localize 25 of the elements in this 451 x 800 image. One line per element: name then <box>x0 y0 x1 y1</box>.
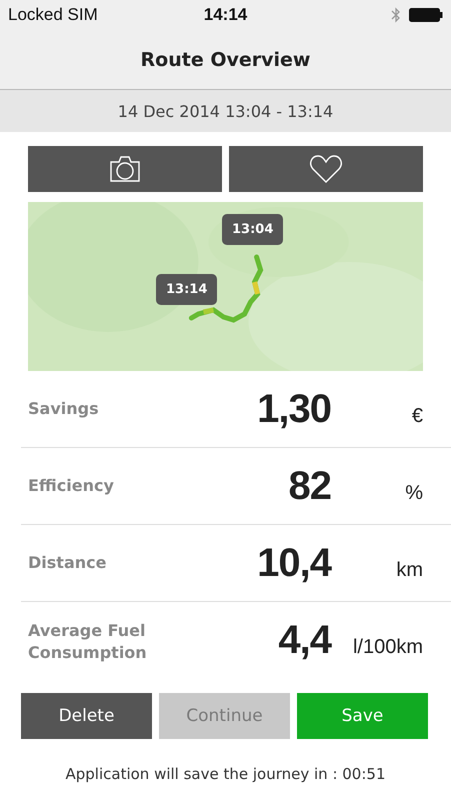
status-time: 14:14 <box>204 5 248 25</box>
map-marker-label[interactable]: 13:04 <box>222 214 284 245</box>
stat-unit: km <box>396 558 423 582</box>
bluetooth-icon <box>391 7 401 23</box>
stat-value: 82 <box>288 464 331 508</box>
stat-label: Efficiency <box>28 475 115 497</box>
carrier-name: Locked SIM <box>8 5 98 25</box>
stat-label: Average Fuel Consumption <box>28 620 148 664</box>
stat-label: Distance <box>28 552 108 574</box>
camera-icon <box>108 154 142 184</box>
action-button[interactable]: Delete <box>21 693 152 739</box>
stat-label: Savings <box>28 398 100 420</box>
stat-unit: l/100km <box>352 636 423 659</box>
date-range: 14 Dec 2014 13:04 - 13:14 <box>118 102 334 120</box>
stat-unit: € <box>412 404 423 428</box>
save-countdown-text: Application will save the journey in : 00:51 <box>64 765 386 783</box>
stat-value: 1,30 <box>257 386 331 432</box>
battery-icon <box>409 8 443 22</box>
stat-value: 4,4 <box>278 618 331 663</box>
stat-value: 10,4 <box>257 540 331 586</box>
camera-button[interactable] <box>28 146 222 192</box>
page-title: Route Overview <box>140 48 310 70</box>
map-marker-label[interactable]: 13:14 <box>156 274 218 305</box>
heart-icon <box>309 154 343 184</box>
stat-unit: % <box>405 482 423 504</box>
